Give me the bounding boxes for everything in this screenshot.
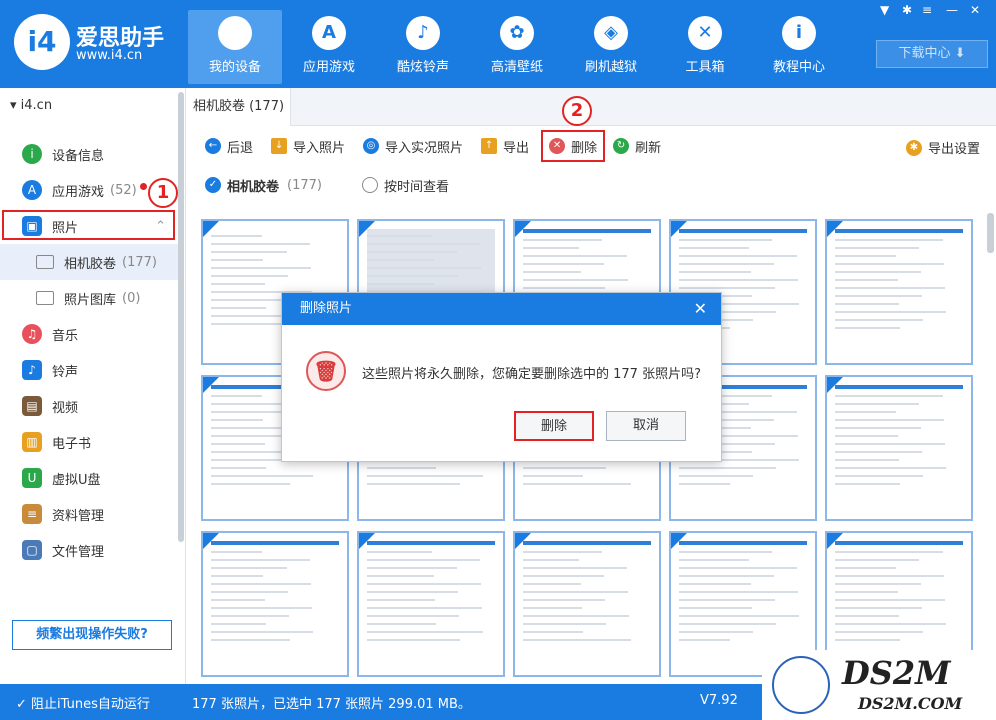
dropbox-icon: ◈ <box>594 16 628 50</box>
sidebar-item-camera-roll[interactable]: 相机胶卷 (177) <box>0 244 178 280</box>
export-settings-button[interactable]: ✱ 导出设置 <box>905 138 980 157</box>
delete-button[interactable]: ✕ 删除 <box>541 130 606 162</box>
import-photos-button[interactable]: ↓ 导入照片 <box>271 133 345 159</box>
import-icon: ↓ <box>271 138 288 154</box>
atom-logo-icon <box>772 656 830 714</box>
sidebar: ▾ i4.cn i 设备信息 A 应用游戏 (52) ▣ 照片 ⌃ 相机胶卷 (177) 照… <box>0 88 186 684</box>
info-icon: i <box>22 144 42 164</box>
block-itunes-toggle[interactable]: ✓ 阻止iTunes自动运行 <box>16 693 150 712</box>
screenshot-preview <box>523 541 651 673</box>
screenshot-preview <box>835 385 963 517</box>
video-icon: ▤ <box>22 396 42 416</box>
cancel-button[interactable]: 取消 <box>606 411 686 441</box>
back-button[interactable]: ← 后退 <box>205 133 253 159</box>
info-icon: i <box>782 16 816 50</box>
folder-icon <box>36 255 54 269</box>
toolbar: ← 后退 ↓ 导入照片 ◎ 导入实况照片 ↑ 导出 ✕ 删除 ↻ 刷新 <box>187 127 996 165</box>
nav-my-device[interactable]: 我的设备 <box>188 10 282 84</box>
top-bar: i4 爱思助手 www.i4.cn 我的设备 A 应用游戏 ♪ 酷炫铃声 ✿ 高清壁纸… <box>0 0 996 88</box>
device-selector[interactable]: ▾ i4.cn <box>10 98 52 113</box>
screenshot-preview <box>367 541 495 673</box>
trash-icon: 🗑 <box>306 351 346 391</box>
delete-x-icon: ✕ <box>549 138 566 154</box>
dialog-message: 这些照片将永久删除，您确定要删除选中的 177 张照片吗? <box>362 367 701 382</box>
sidebar-scrollbar[interactable] <box>178 92 184 542</box>
view-filter: ✓ 相机胶卷 (177) 按时间查看 <box>187 168 996 202</box>
app-icon: A <box>22 180 42 200</box>
dialog-title-bar: 删除照片 ✕ <box>282 293 721 325</box>
check-icon[interactable]: ✓ <box>205 177 221 193</box>
content-scrollbar[interactable] <box>987 213 994 253</box>
minimize-icon[interactable]: — <box>946 3 958 17</box>
live-photo-icon: ◎ <box>363 138 380 154</box>
folder-icon <box>36 291 54 305</box>
bell-icon: ♪ <box>22 360 42 380</box>
export-icon: ↑ <box>481 138 498 154</box>
sidebar-item-photo-library[interactable]: 照片图库 (0) <box>0 280 178 316</box>
sidebar-item-device-info[interactable]: i 设备信息 <box>0 136 178 172</box>
photo-thumbnail[interactable] <box>825 219 973 365</box>
bell-icon: ♪ <box>406 16 440 50</box>
photo-thumbnail[interactable] <box>201 531 349 677</box>
confirm-delete-button[interactable]: 删除 <box>514 411 594 441</box>
apple-icon <box>218 16 252 50</box>
nav-tutorials[interactable]: i 教程中心 <box>752 10 846 84</box>
gear-icon: ✱ <box>905 139 922 156</box>
refresh-icon: ↻ <box>613 138 630 154</box>
menu-icon[interactable]: ≡ <box>922 3 932 17</box>
skin-icon[interactable]: ▼ <box>880 3 889 17</box>
radio-icon[interactable] <box>361 177 378 193</box>
tab-camera-roll[interactable]: 相机胶卷 (177) <box>187 88 291 126</box>
sidebar-item-ringtones[interactable]: ♪ 铃声 <box>0 352 178 388</box>
close-icon[interactable]: ✕ <box>970 3 980 17</box>
selection-summary: 177 张照片，已选中 177 张照片 299.01 MB。 <box>192 697 471 712</box>
close-icon[interactable]: ✕ <box>694 293 707 325</box>
import-live-photos-button[interactable]: ◎ 导入实况照片 <box>363 133 463 159</box>
contacts-icon: ≡ <box>22 504 42 524</box>
photo-thumbnail[interactable] <box>825 375 973 521</box>
sidebar-item-file-management[interactable]: ▢ 文件管理 <box>0 532 178 568</box>
photos-highlight-box <box>2 210 175 240</box>
music-icon: ♫ <box>22 324 42 344</box>
book-icon: ▥ <box>22 432 42 452</box>
new-badge-dot <box>139 182 147 190</box>
step-1-marker: 1 <box>148 178 178 208</box>
version-label: V7.92 <box>700 693 738 708</box>
step-2-marker: 2 <box>562 96 592 126</box>
sidebar-item-ebooks[interactable]: ▥ 电子书 <box>0 424 178 460</box>
ds2m-watermark: DS2M DS2M.COM <box>762 650 996 720</box>
download-center-button[interactable]: 下载中心 ⬇ <box>876 40 988 68</box>
photo-thumbnail[interactable] <box>357 531 505 677</box>
delete-photos-dialog: 删除照片 ✕ 🗑 这些照片将永久删除，您确定要删除选中的 177 张照片吗? 删除… <box>281 292 722 462</box>
nav-ringtones[interactable]: ♪ 酷炫铃声 <box>376 10 470 84</box>
nav-apps-games[interactable]: A 应用游戏 <box>282 10 376 84</box>
gear-icon[interactable]: ✱ <box>902 3 912 17</box>
sidebar-item-video[interactable]: ▤ 视频 <box>0 388 178 424</box>
photo-thumbnail[interactable] <box>513 531 661 677</box>
i4-logo: i4 <box>14 14 70 70</box>
nav-toolbox[interactable]: ✕ 工具箱 <box>658 10 752 84</box>
sidebar-item-music[interactable]: ♫ 音乐 <box>0 316 178 352</box>
filter-by-time[interactable]: 按时间查看 <box>384 176 449 195</box>
filter-camera-roll[interactable]: 相机胶卷 <box>227 176 279 195</box>
back-arrow-icon: ← <box>205 138 221 154</box>
sidebar-item-data-management[interactable]: ≡ 资料管理 <box>0 496 178 532</box>
flower-icon: ✿ <box>500 16 534 50</box>
refresh-button[interactable]: ↻ 刷新 <box>613 133 661 159</box>
check-circle-icon: ✓ <box>16 697 27 712</box>
file-icon: ▢ <box>22 540 42 560</box>
brand-url: www.i4.cn <box>76 48 143 63</box>
screenshot-preview <box>835 229 963 361</box>
tools-icon: ✕ <box>688 16 722 50</box>
usb-icon: U <box>22 468 42 488</box>
sidebar-item-virtual-usb[interactable]: U 虚拟U盘 <box>0 460 178 496</box>
frequent-failure-help-button[interactable]: 频繁出现操作失败? <box>12 620 172 650</box>
nav-flash-jailbreak[interactable]: ◈ 刷机越狱 <box>564 10 658 84</box>
nav-wallpapers[interactable]: ✿ 高清壁纸 <box>470 10 564 84</box>
app-store-icon: A <box>312 16 346 50</box>
screenshot-preview <box>211 541 339 673</box>
export-button[interactable]: ↑ 导出 <box>481 133 529 159</box>
main-nav: 我的设备 A 应用游戏 ♪ 酷炫铃声 ✿ 高清壁纸 ◈ 刷机越狱 ✕ 工具箱 i 教程中心 <box>188 10 846 84</box>
